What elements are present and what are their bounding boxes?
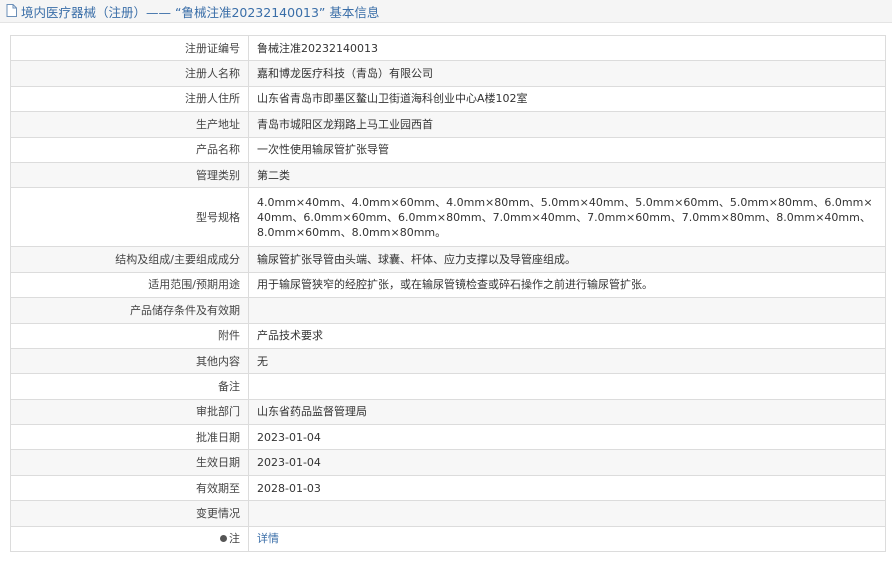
info-table: 注册证编号 鲁械注准20232140013 注册人名称 嘉和博龙医疗科技（青岛）有限公… [10, 34, 886, 553]
row-label-text: 适用范围/预期用途 [148, 278, 240, 292]
table-row-registrant-address: 注册人住所 山东省青岛市即墨区鳌山卫街道海科创业中心A楼102室 [10, 85, 886, 113]
row-label-text: 备注 [218, 379, 240, 393]
row-label: 产品名称 [10, 136, 249, 163]
row-label-text: 产品储存条件及有效期 [130, 303, 240, 317]
row-label: 批准日期 [10, 424, 249, 451]
row-value-text: 2023-01-04 [257, 430, 321, 444]
row-label-text: 批准日期 [196, 430, 240, 444]
row-value-text: 嘉和博龙医疗科技（青岛）有限公司 [257, 67, 433, 81]
page-title: 境内医疗器械（注册）—— “鲁械注准20232140013” 基本信息 [21, 4, 380, 20]
row-label: 生效日期 [10, 449, 249, 476]
table-row-change-status: 变更情况 [10, 500, 886, 527]
row-value: 第二类 [248, 161, 886, 189]
row-value-text: 输尿管扩张导管由头端、球囊、杆体、应力支撑以及导管座组成。 [257, 253, 576, 267]
row-value: 山东省青岛市即墨区鳌山卫街道海科创业中心A楼102室 [248, 85, 886, 113]
row-value: 嘉和博龙医疗科技（青岛）有限公司 [248, 60, 886, 87]
row-label-text: 附件 [218, 329, 240, 343]
row-value-text: 用于输尿管狭窄的经腔扩张，或在输尿管镜检查或碎石操作之前进行输尿管扩张。 [257, 278, 653, 292]
row-label-text: 型号规格 [196, 210, 240, 224]
table-row-approval-department: 审批部门 山东省药品监督管理局 [10, 398, 886, 426]
table-row-storage-conditions: 产品储存条件及有效期 [10, 297, 886, 324]
row-value: 4.0mm×40mm、4.0mm×60mm、4.0mm×80mm、5.0mm×4… [248, 187, 886, 248]
row-label: 审批部门 [10, 398, 249, 426]
row-value-text: 2028-01-03 [257, 481, 321, 495]
row-label: 注 [10, 525, 249, 553]
row-label-text: 管理类别 [196, 168, 240, 182]
row-label-text: 有效期至 [196, 481, 240, 495]
table-row-effective-date: 生效日期 2023-01-04 [10, 449, 886, 476]
row-label: 备注 [10, 373, 249, 400]
table-row-registration-number: 注册证编号 鲁械注准20232140013 [10, 34, 886, 62]
table-row-note: 注 详情 [10, 525, 886, 553]
row-value: 鲁械注准20232140013 [248, 34, 886, 62]
document-icon [6, 4, 18, 18]
row-value: 详情 [248, 525, 886, 553]
table-row-approval-date: 批准日期 2023-01-04 [10, 424, 886, 451]
row-value: 2023-01-04 [248, 424, 886, 451]
row-label: 注册证编号 [10, 34, 249, 62]
row-value [248, 373, 886, 400]
page-header: 境内医疗器械（注册）—— “鲁械注准20232140013” 基本信息 [0, 0, 892, 23]
row-label-text: 其他内容 [196, 354, 240, 368]
row-value-text: 无 [257, 354, 268, 368]
row-value-text: 第二类 [257, 168, 290, 182]
row-label: 适用范围/预期用途 [10, 271, 249, 299]
row-label-text: 生效日期 [196, 456, 240, 470]
table-row-valid-until: 有效期至 2028-01-03 [10, 474, 886, 502]
row-value: 一次性使用输尿管扩张导管 [248, 136, 886, 163]
table-row-product-name: 产品名称 一次性使用输尿管扩张导管 [10, 136, 886, 163]
row-value-text: 青岛市城阳区龙翔路上马工业园西首 [257, 117, 433, 131]
row-value-text: 一次性使用输尿管扩张导管 [257, 143, 389, 157]
row-label: 生产地址 [10, 111, 249, 138]
row-value-text: 鲁械注准20232140013 [257, 41, 378, 55]
row-value: 无 [248, 347, 886, 375]
row-label: 有效期至 [10, 474, 249, 502]
table-row-remarks: 备注 [10, 373, 886, 400]
details-link[interactable]: 详情 [257, 532, 279, 545]
row-value: 2028-01-03 [248, 474, 886, 502]
row-value: 产品技术要求 [248, 322, 886, 349]
row-value [248, 500, 886, 527]
table-row-model-spec: 型号规格 4.0mm×40mm、4.0mm×60mm、4.0mm×80mm、5.0… [10, 187, 886, 248]
row-label-text: 变更情况 [196, 506, 240, 520]
row-label: 附件 [10, 322, 249, 349]
row-value-text: 山东省药品监督管理局 [257, 405, 367, 419]
row-label-text: 注 [229, 532, 240, 546]
table-row-intended-use: 适用范围/预期用途 用于输尿管狭窄的经腔扩张，或在输尿管镜检查或碎石操作之前进行输… [10, 271, 886, 299]
table-row-attachment: 附件 产品技术要求 [10, 322, 886, 349]
row-value: 用于输尿管狭窄的经腔扩张，或在输尿管镜检查或碎石操作之前进行输尿管扩张。 [248, 271, 886, 299]
row-label: 注册人名称 [10, 60, 249, 87]
row-label-text: 结构及组成/主要组成成分 [115, 253, 240, 267]
pin-icon [220, 535, 227, 543]
row-value-text: 4.0mm×40mm、4.0mm×60mm、4.0mm×80mm、5.0mm×4… [257, 195, 873, 239]
row-label-text: 生产地址 [196, 117, 240, 131]
row-value-text: 山东省青岛市即墨区鳌山卫街道海科创业中心A楼102室 [257, 92, 528, 106]
row-label-text: 审批部门 [196, 405, 240, 419]
row-value: 2023-01-04 [248, 449, 886, 476]
table-row-structure-composition: 结构及组成/主要组成成分 输尿管扩张导管由头端、球囊、杆体、应力支撑以及导管座组成… [10, 246, 886, 273]
table-row-other-content: 其他内容 无 [10, 347, 886, 375]
table-row-registrant-name: 注册人名称 嘉和博龙医疗科技（青岛）有限公司 [10, 60, 886, 87]
row-value: 输尿管扩张导管由头端、球囊、杆体、应力支撑以及导管座组成。 [248, 246, 886, 273]
row-label: 其他内容 [10, 347, 249, 375]
row-value-text: 产品技术要求 [257, 329, 323, 343]
row-label: 管理类别 [10, 161, 249, 189]
row-value-text: 2023-01-04 [257, 456, 321, 470]
row-label-text: 注册人住所 [185, 92, 240, 106]
row-label-text: 注册人名称 [185, 67, 240, 81]
table-row-management-category: 管理类别 第二类 [10, 161, 886, 189]
row-label: 型号规格 [10, 187, 249, 248]
row-label: 结构及组成/主要组成成分 [10, 246, 249, 273]
row-label: 注册人住所 [10, 85, 249, 113]
row-value: 山东省药品监督管理局 [248, 398, 886, 426]
row-label-text: 注册证编号 [185, 41, 240, 55]
row-label: 产品储存条件及有效期 [10, 297, 249, 324]
row-label-text: 产品名称 [196, 143, 240, 157]
table-row-production-address: 生产地址 青岛市城阳区龙翔路上马工业园西首 [10, 111, 886, 138]
row-value [248, 297, 886, 324]
row-value: 青岛市城阳区龙翔路上马工业园西首 [248, 111, 886, 138]
row-label: 变更情况 [10, 500, 249, 527]
